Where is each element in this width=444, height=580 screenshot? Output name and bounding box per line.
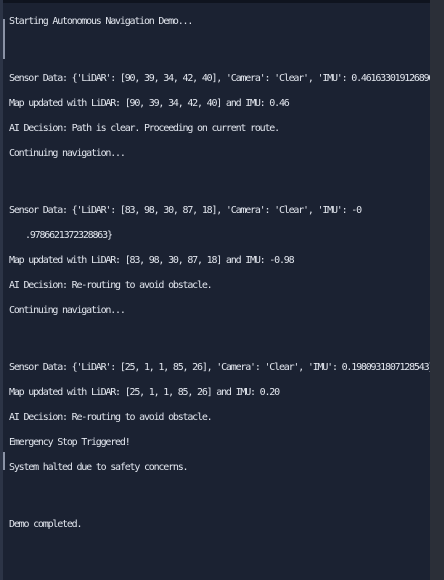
console-line: System halted due to safety concerns. bbox=[9, 462, 189, 473]
console-line: Map updated with LiDAR: [83, 98, 30, 87,… bbox=[9, 255, 295, 266]
console-line: Sensor Data: {'LiDAR': [83, 98, 30, 87, … bbox=[9, 205, 362, 216]
scroll-marker bbox=[3, 19, 5, 59]
console-line: Continuing navigation... bbox=[9, 148, 126, 159]
right-panel-edge bbox=[430, 0, 444, 580]
console-line: Demo completed. bbox=[9, 519, 83, 530]
console-line: Continuing navigation... bbox=[9, 305, 126, 316]
console-line: Starting Autonomous Navigation Demo... bbox=[9, 16, 193, 27]
console-line: Map updated with LiDAR: [90, 39, 34, 42,… bbox=[9, 98, 290, 109]
console-line: Map updated with LiDAR: [25, 1, 1, 85, 2… bbox=[9, 387, 280, 398]
output-gutter bbox=[0, 0, 3, 580]
console-line: Emergency Stop Triggered! bbox=[9, 437, 131, 448]
console-line: Sensor Data: {'LiDAR': [25, 1, 1, 85, 26… bbox=[9, 362, 434, 373]
console-line: AI Decision: Path is clear. Proceeding o… bbox=[9, 123, 280, 134]
scroll-marker bbox=[3, 452, 5, 470]
console-line: Sensor Data: {'LiDAR': [90, 39, 34, 42, … bbox=[9, 73, 444, 84]
console-line: .9786621372328863} bbox=[25, 230, 113, 241]
console-line: AI Decision: Re-routing to avoid obstacl… bbox=[9, 412, 213, 423]
console-line: AI Decision: Re-routing to avoid obstacl… bbox=[9, 280, 213, 291]
top-edge bbox=[0, 0, 444, 3]
console-output-window: Starting Autonomous Navigation Demo... S… bbox=[0, 0, 444, 580]
